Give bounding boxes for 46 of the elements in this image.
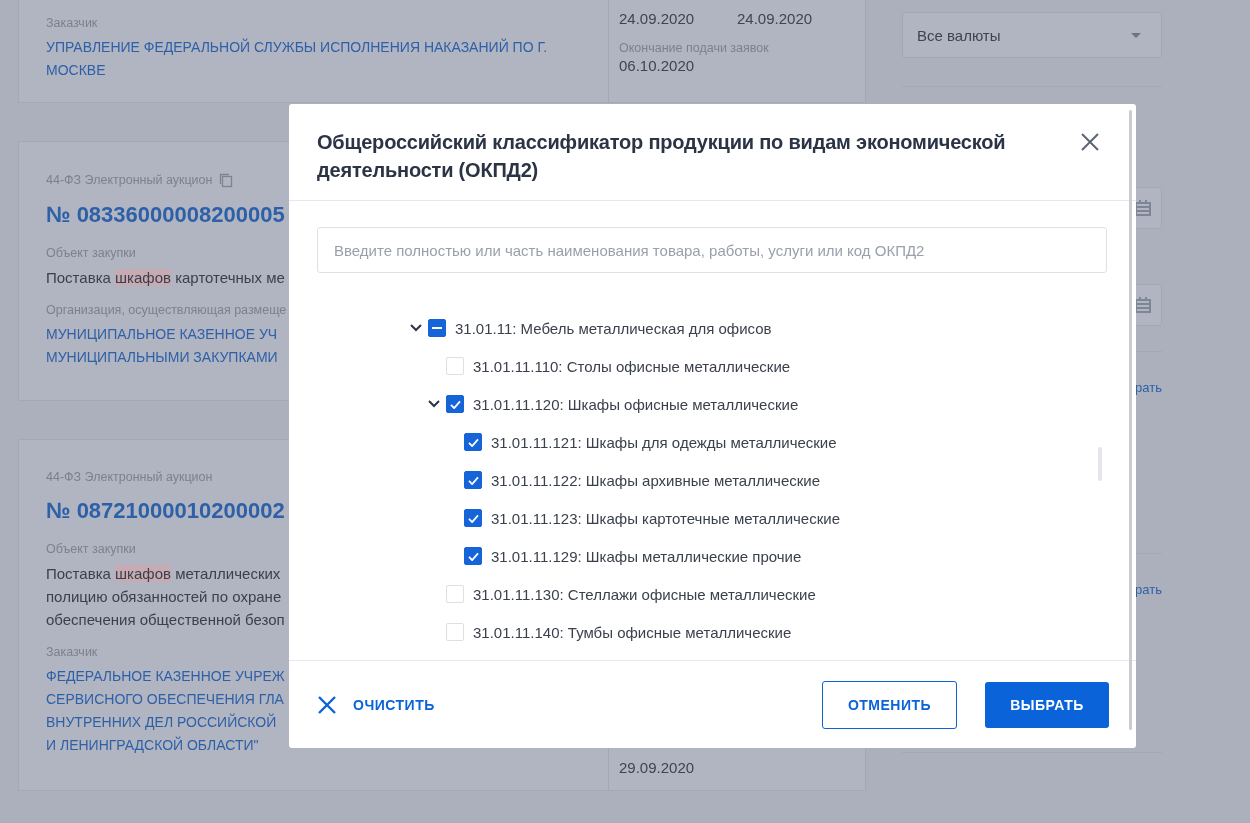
check-icon (467, 513, 479, 523)
tree-item[interactable]: 31.01.11.123: Шкафы картотечные металлические (491, 509, 840, 527)
tree-item[interactable]: 31.01.11.110: Столы офисные металлические (473, 357, 791, 375)
clear-button[interactable]: ОЧИСТИТЬ (317, 694, 435, 715)
purchase-description: Поставка шкафов металлических полицию обязанностей по охране обеспечения общественной безоп (46, 564, 285, 630)
caret-icon (1131, 32, 1141, 38)
tree-item[interactable]: 31.01.11.140: Тумбы офисные металлические (473, 623, 792, 641)
date-value: 24.09.2020 (619, 10, 696, 27)
text-link[interactable]: рать (1135, 380, 1162, 395)
purchase-description: Поставка шкафов картотечных ме (46, 268, 285, 288)
tree-item[interactable]: 31.01.11.120: Шкафы офисные металлические (473, 395, 799, 413)
organization-link[interactable]: ФЕДЕРАЛЬНОЕ КАЗЕННОЕ УЧРЕЖ СЕРВИСНОГО ОБЕСПЕЧЕНИЯ ГЛА ВНУТРЕННИХ ДЕЛ РОССИЙСКОЙ И ЛЕНИНГРАДСКОЙ ОБЛАСТИ" (46, 665, 285, 757)
currency-dropdown[interactable]: Все валюты (902, 12, 1162, 58)
date-value: 24.09.2020 (737, 10, 814, 27)
select-button[interactable]: ВЫБРАТЬ (985, 681, 1109, 728)
chevron-icon[interactable] (410, 324, 422, 332)
date-value: 29.09.2020 (619, 759, 695, 776)
tree-item[interactable]: 31.01.11.129: Шкафы металлические прочие (491, 547, 802, 565)
cancel-button[interactable]: ОТМЕНИТЬ (822, 680, 957, 729)
calendar-icon (1133, 198, 1153, 218)
dash-icon (432, 326, 442, 330)
close-icon (317, 694, 337, 715)
checkbox[interactable] (464, 471, 482, 489)
dialog-title: Общероссийский классификатор продукции по видам экономической деятельности (ОКПД2) (317, 130, 1007, 183)
checkbox[interactable] (446, 395, 464, 413)
scrollbar[interactable] (1129, 110, 1132, 730)
customer-link[interactable]: УПРАВЛЕНИЕ ФЕДЕРАЛЬНОЙ СЛУЖБЫ ИСПОЛНЕНИЯ НАКАЗАНИЙ ПО Г. МОСКВЕ (46, 36, 576, 82)
date-value: 06.10.2020 (619, 57, 696, 74)
close-icon[interactable] (1080, 132, 1100, 152)
tree-item[interactable]: 31.01.11.121: Шкафы для одежды металлические (491, 433, 837, 451)
checkbox[interactable] (428, 319, 446, 337)
checkbox[interactable] (464, 509, 482, 527)
chevron-icon[interactable] (428, 400, 440, 408)
check-icon (467, 437, 479, 447)
tree-item[interactable]: 31.01.11: Мебель металлическая для офисов (455, 319, 772, 337)
text-link[interactable]: рать (1135, 582, 1162, 597)
search-field[interactable]: Введите полностью или часть наименования товара, работы, услуги или код ОКПД2 (317, 227, 1107, 273)
check-icon (467, 475, 479, 485)
tree-item[interactable]: 31.01.11.130: Стеллажи офисные металлические (473, 585, 816, 603)
tree-item[interactable]: 31.01.11.122: Шкафы архивные металлические (491, 471, 821, 489)
calendar-icon (1133, 295, 1153, 315)
organization-link[interactable]: МУНИЦИПАЛЬНОЕ КАЗЕННОЕ УЧ МУНИЦИПАЛЬНЫМИ ЗАКУПКАМИ (46, 323, 278, 369)
checkbox[interactable] (464, 433, 482, 451)
checkbox[interactable] (464, 547, 482, 565)
check-icon (449, 399, 461, 409)
check-icon (467, 551, 479, 561)
